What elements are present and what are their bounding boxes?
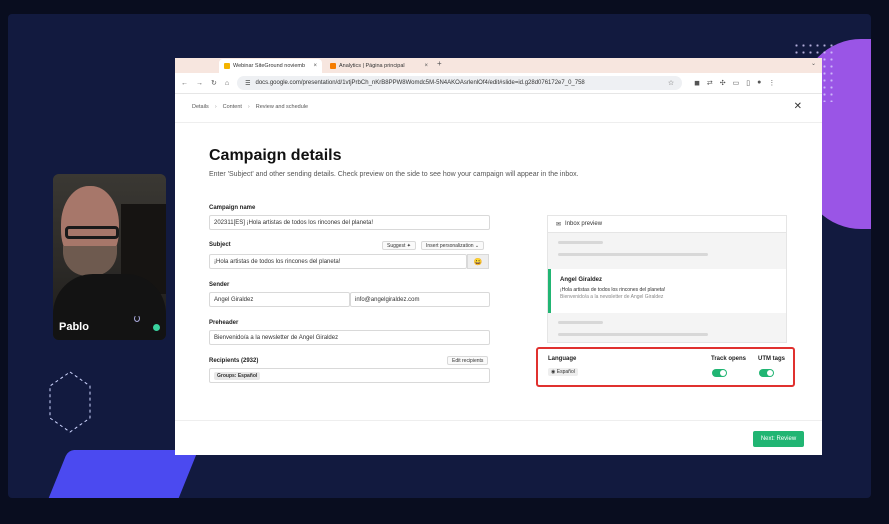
tab-analytics[interactable]: Analytics | Página principal ×	[325, 59, 433, 73]
reload-icon[interactable]: ↻	[211, 79, 217, 87]
placeholder-email	[548, 313, 786, 342]
preview-sender: Angel Giraldez	[560, 277, 603, 283]
decorative-hexagon	[49, 371, 91, 433]
page-title: Campaign details	[209, 147, 342, 164]
language-label: Language	[548, 356, 577, 362]
track-opens-label: Track opens	[711, 356, 747, 362]
address-bar: ← → ↻ ⌂ ☰ docs.google.com/presentation/d…	[175, 73, 822, 94]
recipients-field[interactable]: Groups: Español	[209, 368, 490, 383]
subject-input[interactable]: ¡Hola artistas de todos los rincones del…	[209, 254, 467, 269]
translate-icon[interactable]: ⇄	[707, 79, 713, 87]
webcam-glasses	[65, 226, 119, 239]
preview-preheader: Bienvenido/a a la newsletter de Angel Gi…	[560, 294, 664, 300]
url-input[interactable]: ☰ docs.google.com/presentation/d/1vtjPrb…	[237, 76, 683, 90]
edit-recipients-button[interactable]: Edit recipients	[447, 356, 489, 365]
preheader-input[interactable]: Bienvenido/a a la newsletter de Angel Gi…	[209, 330, 490, 345]
track-opens-toggle[interactable]	[712, 369, 727, 377]
utm-tags-label: UTM tags	[758, 356, 785, 362]
breadcrumb: Details › Content › Review and schedule	[192, 104, 308, 110]
campaign-page: Details › Content › Review and schedule …	[175, 94, 822, 455]
extension-icon[interactable]: ◼	[694, 79, 700, 87]
back-icon[interactable]: ←	[181, 80, 188, 87]
sidepanel-icon[interactable]: ▯	[746, 79, 750, 87]
analytics-icon	[330, 63, 336, 69]
close-tab-icon[interactable]: ×	[424, 63, 428, 69]
divider	[175, 420, 822, 421]
utm-tags-toggle[interactable]	[759, 369, 774, 377]
browser-window: Webinar SiteGround noviemb × Analytics |…	[175, 58, 822, 455]
site-info-icon[interactable]: ☰	[245, 80, 250, 87]
new-tab-button[interactable]: +	[437, 59, 442, 68]
tab-strip: Webinar SiteGround noviemb × Analytics |…	[175, 58, 822, 73]
bookmark-star-icon[interactable]: ☆	[668, 79, 674, 87]
inbox-preview-title: Inbox preview	[565, 221, 603, 227]
recipients-label: Recipients (2932)	[209, 358, 259, 364]
inbox-preview-header: ✉ Inbox preview	[548, 216, 786, 233]
placeholder-email	[548, 233, 786, 269]
breadcrumb-separator-icon: ›	[247, 104, 250, 110]
close-icon[interactable]: ✕	[794, 101, 802, 112]
close-tab-icon[interactable]: ×	[313, 63, 317, 69]
preview-email: Angel Giraldez ¡Hola artistas de todos l…	[548, 269, 786, 313]
puzzle-icon[interactable]: ✣	[720, 79, 726, 87]
groups-tag: Groups: Español	[214, 371, 261, 380]
next-review-button[interactable]: Next: Review	[753, 431, 804, 447]
preview-subject: ¡Hola artistas de todos los rincones del…	[560, 287, 666, 293]
breadcrumb-details[interactable]: Details	[192, 104, 209, 110]
insert-personalization-button[interactable]: Insert personalization ⌄	[421, 241, 485, 250]
language-value: Español	[556, 369, 575, 375]
sender-label: Sender	[209, 282, 230, 288]
webcam-feed: Pablo	[53, 174, 166, 340]
mail-icon: ✉	[556, 221, 562, 228]
emoji-picker-button[interactable]: 😀	[467, 254, 489, 269]
forward-icon[interactable]: →	[196, 80, 203, 87]
tab-label: Analytics | Página principal	[339, 63, 405, 69]
breadcrumb-content[interactable]: Content	[223, 104, 242, 110]
settings-highlight-box: Language ◉ Español Track opens UTM tags	[536, 347, 795, 387]
divider	[175, 122, 822, 123]
campaign-name-label: Campaign name	[209, 205, 256, 211]
tab-search-icon[interactable]: ⌄	[811, 60, 816, 67]
sender-name-input[interactable]: Angel Giraldez	[209, 292, 350, 307]
cast-icon[interactable]: ▭	[733, 79, 740, 87]
extensions-bar: ◼ ⇄ ✣ ▭ ▯ ● ⋮	[694, 79, 775, 87]
menu-kebab-icon[interactable]: ⋮	[768, 79, 775, 87]
page-subtitle: Enter 'Subject' and other sending detail…	[209, 171, 579, 178]
tab-label: Webinar SiteGround noviemb	[233, 63, 306, 69]
campaign-name-input[interactable]: 202311[ES] ¡Hola artistas de todos los r…	[209, 215, 490, 230]
tab-webinar[interactable]: Webinar SiteGround noviemb ×	[219, 59, 322, 73]
inbox-preview: ✉ Inbox preview Angel Giraldez ¡Hola art…	[547, 215, 787, 343]
online-status-icon	[153, 324, 160, 331]
url-text: docs.google.com/presentation/d/1vtjPrbCh…	[255, 80, 585, 86]
slides-icon	[224, 63, 230, 69]
language-select[interactable]: ◉ Español	[548, 368, 578, 376]
sender-email-input[interactable]: info@angelgiraldez.com	[350, 292, 490, 307]
preheader-label: Preheader	[209, 320, 239, 326]
profile-avatar-icon[interactable]: ●	[757, 79, 761, 87]
breadcrumb-separator-icon: ›	[214, 104, 217, 110]
webcam-name: Pablo	[59, 321, 89, 333]
breadcrumb-review[interactable]: Review and schedule	[256, 104, 308, 110]
suggest-button[interactable]: Suggest ✦	[382, 241, 416, 250]
subject-label: Subject	[209, 242, 231, 248]
decorative-blue-shape	[43, 450, 199, 498]
home-icon[interactable]: ⌂	[225, 80, 229, 87]
loading-icon	[134, 315, 140, 322]
